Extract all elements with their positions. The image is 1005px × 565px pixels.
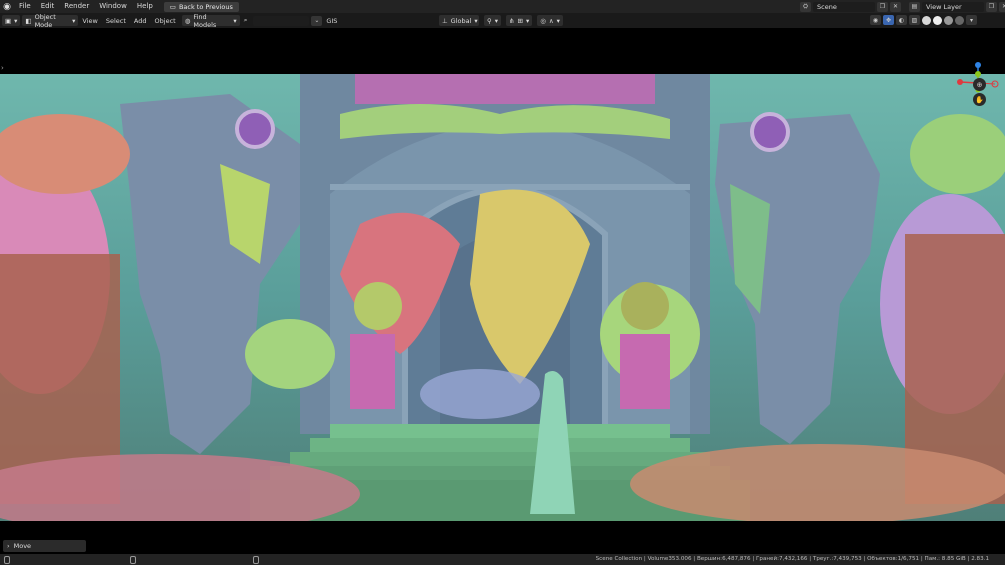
gizmo-toggle-icon[interactable]: ✥ xyxy=(883,15,894,25)
menu-render[interactable]: Render xyxy=(59,0,94,13)
viewport-header: ▣ ▾ ◧ Object Mode ▾ View Select Add Objec… xyxy=(0,12,1005,29)
scene-icon[interactable]: ⛭ xyxy=(800,1,811,12)
screen-icon: ▭ xyxy=(169,2,176,11)
delete-scene-icon[interactable]: ✕ xyxy=(890,1,901,12)
duplicate-layer-icon[interactable]: ❐ xyxy=(986,1,997,12)
find-models-label: Find Models xyxy=(193,12,217,29)
cube-icon: ▣ xyxy=(5,16,12,25)
pivot-icon: ⚲ xyxy=(487,16,492,25)
status-bar: Scene Collection | Volume353.006 | Верши… xyxy=(0,554,1005,565)
menu-help[interactable]: Help xyxy=(132,0,158,13)
mode-label: Object Mode xyxy=(34,12,56,29)
chevron-down-icon: ▾ xyxy=(494,16,499,25)
magnet-icon: ⋔ xyxy=(509,16,515,25)
top-menu-bar: ◉ File Edit Render Window Help ▭ Back to… xyxy=(0,0,1005,13)
orientation-dropdown[interactable]: ⊥ Global ▾ xyxy=(439,15,479,26)
viewport-display-tools: ◉ ✥ ◐ ▨ ▾ xyxy=(870,15,977,25)
chevron-down-icon: ▾ xyxy=(233,16,237,25)
mouse-left-icon xyxy=(4,556,10,564)
editor-type-dropdown[interactable]: ▣ ▾ xyxy=(2,15,21,26)
proportional-edit-dropdown[interactable]: ◎ ∧ ▾ xyxy=(537,15,563,26)
scene-render-image xyxy=(0,74,1005,521)
shading-solid-icon[interactable] xyxy=(933,15,942,25)
orientation-icon: ⊥ xyxy=(442,16,448,25)
back-to-previous-label: Back to Previous xyxy=(178,2,233,11)
menu-edit[interactable]: Edit xyxy=(36,0,60,13)
falloff-icon: ∧ xyxy=(548,16,554,25)
view-layer-icon[interactable]: ▤ xyxy=(909,1,920,12)
snap-target-icon: ⊞ xyxy=(517,16,523,25)
back-to-previous-button[interactable]: ▭ Back to Previous xyxy=(163,1,239,12)
pan-hand-icon[interactable]: ✋ xyxy=(973,93,986,106)
zoom-icon[interactable]: ⊕ xyxy=(973,78,986,91)
menu-object[interactable]: Object xyxy=(151,17,180,25)
toolbar-expand-arrow-icon[interactable]: › xyxy=(1,64,4,72)
xray-icon[interactable]: ▨ xyxy=(909,15,920,25)
last-operator-panel[interactable]: › Move xyxy=(3,540,86,552)
delete-layer-icon[interactable]: ✕ xyxy=(999,1,1005,12)
shading-rendered-icon[interactable] xyxy=(955,15,964,25)
blender-logo-icon[interactable]: ◉ xyxy=(0,0,14,13)
shading-options-icon[interactable]: ▾ xyxy=(966,15,977,25)
proportional-icon: ◎ xyxy=(540,16,546,25)
view-layer-field[interactable]: View Layer xyxy=(922,1,984,12)
overlays-icon[interactable]: ◐ xyxy=(896,15,907,25)
scene-name-field[interactable]: Scene xyxy=(813,1,875,12)
mouse-right-icon xyxy=(253,556,259,564)
shading-material-icon[interactable] xyxy=(944,15,953,25)
menu-select[interactable]: Select xyxy=(102,17,130,25)
menu-add[interactable]: Add xyxy=(130,17,151,25)
chevron-down-icon: ▾ xyxy=(474,16,478,25)
chevron-down-icon: ▾ xyxy=(14,16,18,25)
shading-wireframe-icon[interactable] xyxy=(922,15,931,25)
chevron-down-icon: ▾ xyxy=(556,16,560,25)
find-models-dropdown[interactable]: ◍ Find Models ▾ xyxy=(181,12,240,29)
snap-dropdown[interactable]: ⋔ ⊞ ▾ xyxy=(506,15,533,26)
3d-viewport[interactable]: › ⊕ ✋ xyxy=(0,28,1005,554)
mode-dropdown[interactable]: ◧ Object Mode ▾ xyxy=(22,12,79,29)
transform-tools: ⊥ Global ▾ ⚲ ▾ ⋔ ⊞ ▾ ◎ ∧ ▾ xyxy=(437,15,563,26)
gis-menu[interactable]: GIS xyxy=(322,17,341,25)
viewport-render[interactable] xyxy=(0,74,1005,521)
mouse-middle-icon xyxy=(130,556,136,564)
pivot-dropdown[interactable]: ⚲ ▾ xyxy=(484,15,502,26)
expand-icon[interactable]: ⌄ xyxy=(311,15,323,26)
object-mode-icon: ◧ xyxy=(25,16,32,25)
menu-file[interactable]: File xyxy=(14,0,36,13)
chevron-down-icon: ▾ xyxy=(72,16,76,25)
menu-view[interactable]: View xyxy=(78,17,101,25)
search-icon[interactable]: ⌕ xyxy=(240,16,252,25)
scene-statistics: Scene Collection | Volume353.006 | Верши… xyxy=(595,556,989,562)
menu-window[interactable]: Window xyxy=(94,0,132,13)
visibility-icon[interactable]: ◉ xyxy=(870,15,881,25)
search-input[interactable] xyxy=(253,15,310,26)
globe-icon: ◍ xyxy=(184,16,191,25)
chevron-down-icon: ▾ xyxy=(525,16,530,25)
scene-selector-group: ⛭ Scene ❐ ✕ ▤ View Layer ❐ ✕ xyxy=(800,1,1005,12)
duplicate-scene-icon[interactable]: ❐ xyxy=(877,1,888,12)
orientation-label: Global xyxy=(450,16,472,25)
chevron-right-icon: › xyxy=(7,542,10,550)
operator-label: Move xyxy=(13,542,32,550)
